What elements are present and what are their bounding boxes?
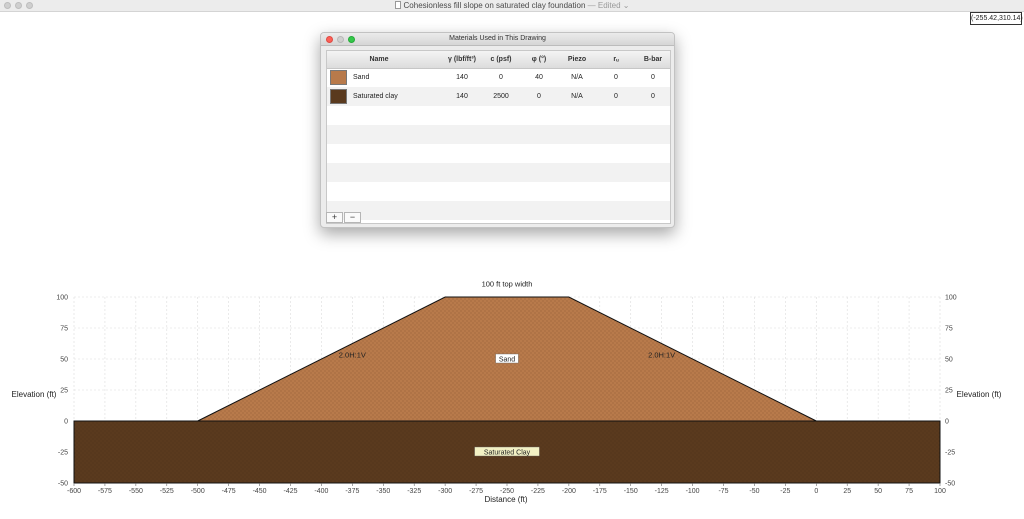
window-titlebar: Cohesionless fill slope on saturated cla… [0,0,1024,12]
edited-indicator[interactable]: — Edited ⌄ [588,1,630,10]
x-tick-label: -100 [686,488,700,495]
y-tick-label-right: 50 [945,357,953,364]
x-tick-label: 50 [874,488,882,495]
region-label-text: Saturated Clay [484,450,531,457]
x-tick-label: -25 [780,488,790,495]
x-tick-label: -400 [314,488,328,495]
x-tick-label: -575 [98,488,112,495]
material-bbar: 0 [651,93,655,100]
x-tick-label: -325 [407,488,421,495]
remove-material-button[interactable]: − [344,212,361,223]
material-piezo: N/A [571,93,583,100]
table-row[interactable]: Sand 140 0 40 N/A 0 0 [327,68,670,87]
empty-row [327,182,670,201]
materials-table: Name γ (lbf/ft³) c (psf) φ (°) Piezo rᵤ … [326,50,671,224]
y-tick-label-left: -25 [58,450,68,457]
material-phi: 40 [535,74,543,81]
column-header-gamma[interactable]: γ (lbf/ft³) [442,51,482,68]
window-title-text: Cohesionless fill slope on saturated cla… [403,1,586,10]
y-tick-label-right: -50 [945,481,955,488]
column-header-cohesion[interactable]: c (psf) [483,51,519,68]
x-tick-label: -275 [469,488,483,495]
y-tick-label-right: 0 [945,419,949,426]
x-tick-label: -600 [67,488,81,495]
x-tick-label: -225 [531,488,545,495]
column-header-piezo[interactable]: Piezo [561,51,593,68]
empty-row [327,125,670,144]
x-tick-label: 75 [905,488,913,495]
x-tick-label: -475 [222,488,236,495]
x-tick-label: -200 [562,488,576,495]
y-axis-label-right: Elevation (ft) [957,390,1002,399]
region-label-text: Sand [499,357,515,364]
x-tick-label: -425 [283,488,297,495]
y-tick-label-left: -50 [58,481,68,488]
material-gamma: 140 [456,74,468,81]
region-label: Sand [495,353,519,364]
material-ru: 0 [614,93,618,100]
y-axis-label-left: Elevation (ft) [12,390,57,399]
column-header-phi[interactable]: φ (°) [524,51,554,68]
y-tick-label-left: 100 [56,295,68,302]
x-tick-labels: -600 -575 -550 -525 -500 -475 -450 -425 -400 -375… [67,483,946,495]
x-tick-label: -175 [593,488,607,495]
x-tick-label: -300 [438,488,452,495]
y-tick-label-left: 0 [64,419,68,426]
material-phi: 0 [537,93,541,100]
add-material-button[interactable]: + [326,212,343,223]
table-row[interactable]: Saturated clay 140 2500 0 N/A 0 0 [327,87,670,106]
x-tick-label: -525 [160,488,174,495]
x-tick-label: -450 [253,488,267,495]
material-ru: 0 [614,74,618,81]
material-cohesion: 2500 [493,93,509,100]
panel-titlebar: Materials Used in This Drawing [321,33,674,46]
x-tick-label: -550 [129,488,143,495]
empty-row [327,144,670,163]
x-tick-label: -350 [376,488,390,495]
panel-title: Materials Used in This Drawing [449,35,546,42]
y-tick-label-right: 100 [945,295,957,302]
x-tick-label: -50 [749,488,759,495]
y-tick-label-right: 25 [945,388,953,395]
materials-panel: Materials Used in This Drawing Name γ (l… [320,32,675,228]
material-cohesion: 0 [499,74,503,81]
document-icon [394,1,401,9]
y-tick-label-left: 25 [60,388,68,395]
coordinate-readout: (-255.42,310.14) [970,12,1023,25]
x-tick-label: -125 [655,488,669,495]
x-tick-label: -500 [191,488,205,495]
material-name: Sand [353,74,370,81]
table-header: Name γ (lbf/ft³) c (psf) φ (°) Piezo rᵤ … [327,51,670,69]
slope-drawing[interactable]: SandSaturated Clay -600 -575 -550 -525 -500-… [0,270,1024,519]
x-axis-label: Distance (ft) [484,495,527,504]
x-tick-label: 25 [843,488,851,495]
annotation-label: 2.0H:1V [648,350,675,359]
column-header-name[interactable]: Name [349,51,409,68]
x-tick-label: 0 [814,488,818,495]
empty-row [327,106,670,125]
material-bbar: 0 [651,74,655,81]
x-tick-label: -375 [345,488,359,495]
x-tick-label: -75 [718,488,728,495]
column-header-bbar[interactable]: B-bar [637,51,669,68]
y-tick-label-left: 75 [60,326,68,333]
y-tick-label-right: 75 [945,326,953,333]
annotation-label: 100 ft top width [482,280,533,289]
material-color-swatch[interactable] [330,70,347,85]
y-tick-label-right: -25 [945,450,955,457]
x-tick-label: -150 [624,488,638,495]
material-piezo: N/A [571,74,583,81]
annotation-label: 2.0H:1V [339,350,366,359]
column-header-ru[interactable]: rᵤ [601,51,631,68]
x-tick-label: -250 [500,488,514,495]
material-gamma: 140 [456,93,468,100]
region-label: Saturated Clay [474,446,540,457]
y-tick-label-left: 50 [60,357,68,364]
material-color-swatch[interactable] [330,89,347,104]
x-tick-label: 100 [934,488,946,495]
material-name: Saturated clay [353,93,398,100]
empty-row [327,163,670,182]
window-title: Cohesionless fill slope on saturated cla… [0,0,1024,11]
empty-row [327,201,670,220]
